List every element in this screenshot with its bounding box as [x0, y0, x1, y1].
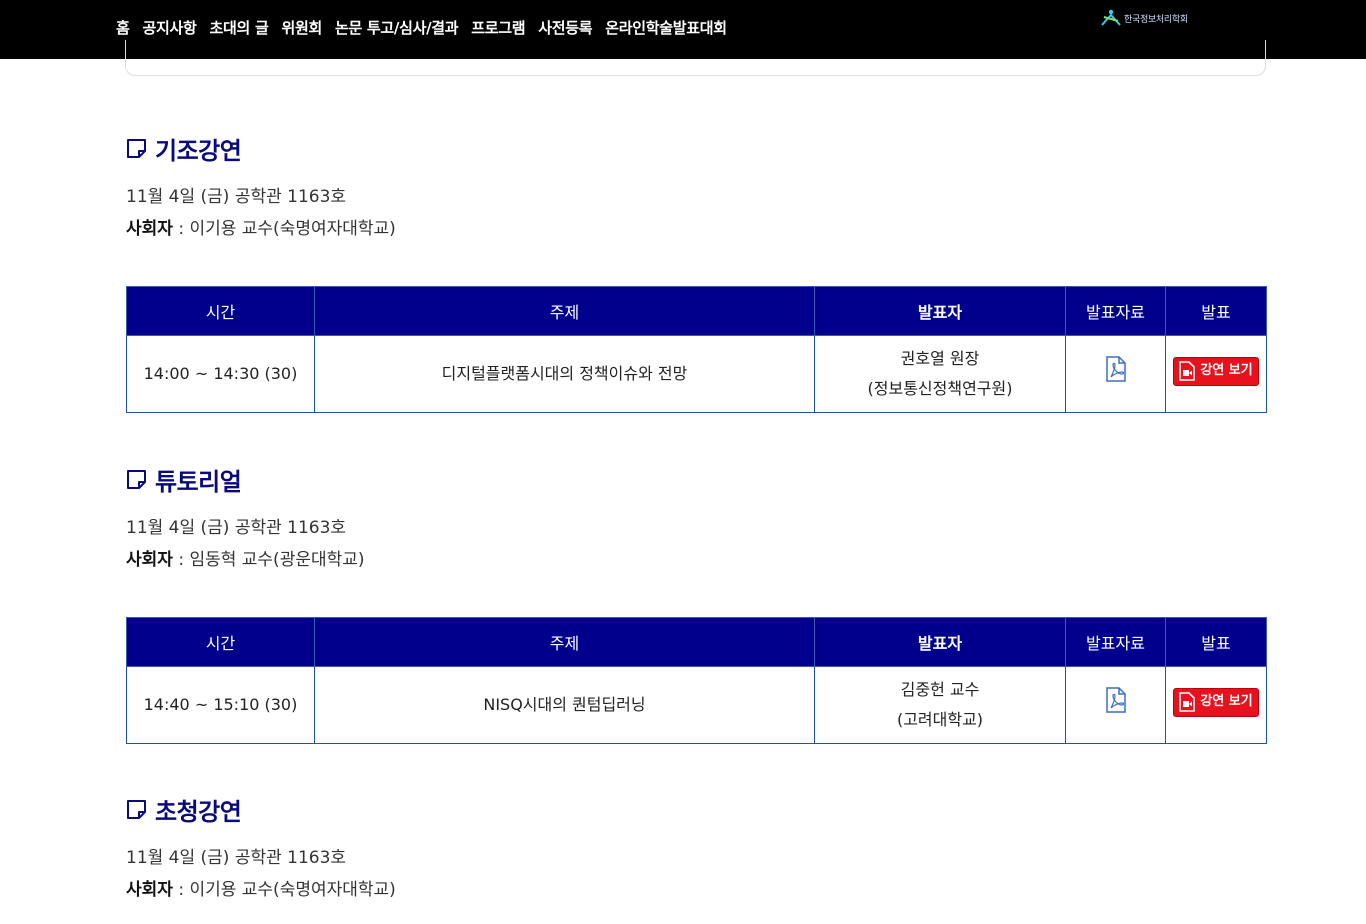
col-time: 시간 — [126, 286, 315, 336]
nav-program[interactable]: 프로그램 — [471, 17, 525, 38]
section-meta: 11월 4일 (금) 공학관 1163호 사회자 : 임동혁 교수(광운대학교) — [126, 512, 1266, 576]
col-speaker: 발표자 — [814, 286, 1066, 336]
session-date: 11월 4일 (금) 공학관 1163호 — [126, 518, 347, 538]
section-meta: 11월 4일 (금) 공학관 1163호 사회자 : 이기용 교수(숙명여자대학… — [126, 181, 1266, 245]
society-logo-text: 한국정보처리학회 — [1124, 14, 1188, 25]
watch-lecture-label: 강연 보기 — [1200, 694, 1253, 710]
col-material: 발표자료 — [1065, 617, 1166, 667]
schedule-table: 시간 주제 발표자 발표자료 발표 14:00 ~ 14:30 (30) 디지털… — [126, 286, 1267, 413]
schedule-table: 시간 주제 발표자 발표자료 발표 14:40 ~ 15:10 (30) NIS… — [126, 617, 1267, 744]
society-logo[interactable]: 한국정보처리학회 — [1100, 9, 1188, 27]
previous-section-box — [125, 40, 1266, 76]
speaker-name: 김중헌 교수 — [900, 680, 980, 699]
section-title: 초청강연 — [155, 797, 242, 826]
col-topic: 주제 — [314, 617, 815, 667]
session-host: 사회자 : 이기용 교수(숙명여자대학교) — [126, 874, 1266, 906]
nav-registration[interactable]: 사전등록 — [538, 17, 592, 38]
speaker-name: 권호열 원장 — [900, 349, 980, 368]
cell-time: 14:40 ~ 15:10 (30) — [126, 666, 315, 744]
host-label: 사회자 — [126, 550, 173, 570]
watch-lecture-label: 강연 보기 — [1200, 363, 1253, 379]
nav-submission[interactable]: 논문 투고/심사/결과 — [335, 17, 459, 38]
note-icon — [127, 799, 146, 819]
keynote-section: 기조강연 11월 4일 (금) 공학관 1163호 사회자 : 이기용 교수(숙… — [126, 131, 1267, 413]
session-date: 11월 4일 (금) 공학관 1163호 — [126, 848, 347, 868]
session-host: 사회자 : 이기용 교수(숙명여자대학교) — [126, 213, 1266, 245]
col-topic: 주제 — [314, 286, 815, 336]
cell-speaker: 권호열 원장 (정보통신정책연구원) — [814, 335, 1066, 413]
watch-lecture-button[interactable]: 강연 보기 — [1173, 356, 1259, 386]
nav-home[interactable]: 홈 — [116, 17, 130, 38]
tutorial-section: 튜토리얼 11월 4일 (금) 공학관 1163호 사회자 : 임동혁 교수(광… — [126, 462, 1267, 744]
table-header-row: 시간 주제 발표자 발표자료 발표 — [126, 617, 1267, 667]
table-header-row: 시간 주제 발표자 발표자료 발표 — [126, 286, 1267, 336]
host-value: : 이기용 교수(숙명여자대학교) — [172, 880, 396, 900]
note-icon — [127, 138, 146, 158]
nav-notice[interactable]: 공지사항 — [143, 17, 197, 38]
nav-online-conference[interactable]: 온라인학술발표대회 — [605, 17, 727, 38]
session-host: 사회자 : 임동혁 교수(광운대학교) — [126, 544, 1266, 576]
cell-topic: 디지털플랫폼시대의 정책이슈와 전망 — [314, 335, 815, 413]
col-speaker: 발표자 — [814, 617, 1066, 667]
section-title: 튜토리얼 — [155, 467, 242, 496]
main-nav: 홈 공지사항 초대의 글 위원회 논문 투고/심사/결과 프로그램 사전등록 온… — [116, 17, 740, 38]
pdf-icon[interactable] — [1105, 356, 1127, 392]
col-time: 시간 — [126, 617, 315, 667]
section-meta: 11월 4일 (금) 공학관 1163호 사회자 : 이기용 교수(숙명여자대학… — [126, 842, 1266, 906]
cell-presentation: 강연 보기 — [1165, 335, 1267, 413]
table-row: 14:40 ~ 15:10 (30) NISQ시대의 퀀텀딥러닝 김중헌 교수 … — [126, 666, 1267, 744]
nav-committee[interactable]: 위원회 — [281, 17, 322, 38]
cell-time: 14:00 ~ 14:30 (30) — [126, 335, 315, 413]
section-heading: 튜토리얼 — [126, 462, 1266, 496]
nav-invitation[interactable]: 초대의 글 — [210, 17, 269, 38]
col-material: 발표자료 — [1065, 286, 1166, 336]
cell-topic: NISQ시대의 퀀텀딥러닝 — [314, 666, 815, 744]
watch-lecture-button[interactable]: 강연 보기 — [1173, 687, 1259, 717]
invited-talk-section: 초청강연 11월 4일 (금) 공학관 1163호 사회자 : 이기용 교수(숙… — [126, 792, 1266, 906]
host-label: 사회자 — [126, 880, 173, 900]
host-value: : 이기용 교수(숙명여자대학교) — [172, 219, 396, 239]
video-file-icon — [1179, 361, 1196, 382]
col-presentation: 발표 — [1165, 286, 1267, 336]
section-heading: 기조강연 — [126, 131, 1266, 165]
host-label: 사회자 — [126, 219, 173, 239]
table-row: 14:00 ~ 14:30 (30) 디지털플랫폼시대의 정책이슈와 전망 권호… — [126, 335, 1267, 413]
section-heading: 초청강연 — [126, 792, 1266, 826]
cell-presentation: 강연 보기 — [1165, 666, 1267, 744]
cell-material — [1065, 335, 1166, 413]
video-file-icon — [1179, 692, 1196, 713]
session-date: 11월 4일 (금) 공학관 1163호 — [126, 187, 347, 207]
note-icon — [127, 469, 146, 489]
section-title: 기조강연 — [155, 136, 242, 165]
speaker-org: (고려대학교) — [896, 710, 984, 729]
speaker-org: (정보통신정책연구원) — [867, 379, 1013, 398]
cell-material — [1065, 666, 1166, 744]
pdf-icon[interactable] — [1105, 687, 1127, 723]
cell-speaker: 김중헌 교수 (고려대학교) — [814, 666, 1066, 744]
host-value: : 임동혁 교수(광운대학교) — [172, 550, 365, 570]
society-logo-icon — [1101, 9, 1121, 26]
col-presentation: 발표 — [1165, 617, 1267, 667]
